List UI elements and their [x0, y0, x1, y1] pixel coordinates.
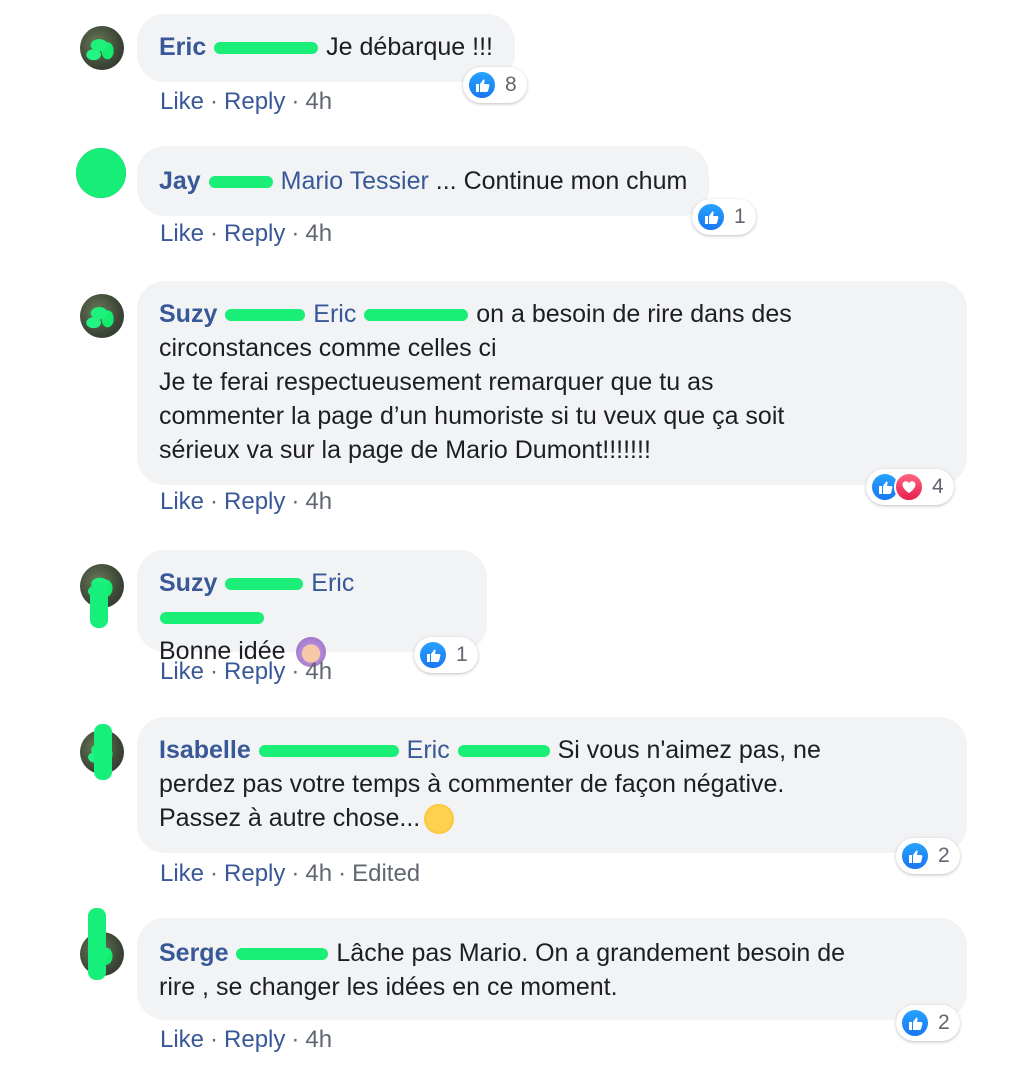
like-link[interactable]: Like: [160, 488, 204, 515]
comment-actions: Like · Reply · 4h: [160, 658, 333, 685]
reaction-summary[interactable]: 8: [463, 67, 527, 103]
redaction-mark: [225, 578, 304, 591]
mention-link[interactable]: Mario Tessier: [281, 167, 429, 195]
edited-label[interactable]: Edited: [352, 860, 420, 887]
redaction-mark: [258, 745, 399, 758]
comment-actions: Like · Reply · 4h: [160, 220, 333, 247]
reaction-count: 2: [938, 844, 950, 867]
reaction-count: 2: [938, 1011, 950, 1034]
comment-actions: Like · Reply · 4h: [160, 488, 333, 515]
comment-author[interactable]: Serge: [159, 939, 228, 967]
mention-link[interactable]: Eric: [311, 569, 354, 597]
redaction-mark: [225, 309, 306, 322]
avatar[interactable]: [80, 294, 124, 338]
like-icon: [900, 1008, 930, 1038]
comment-bubble: Suzy Eric on a besoin de rire dans des c…: [137, 281, 967, 485]
reaction-summary[interactable]: 2: [896, 838, 960, 874]
comment-text: Si vous n'aimez pas, ne: [557, 736, 821, 764]
redaction-mark: [364, 309, 469, 322]
comment-text: Passez à autre chose...: [159, 804, 421, 832]
reaction-count: 1: [456, 643, 468, 666]
comment-text: ... Continue mon chum: [435, 167, 688, 195]
comment-text: on a besoin de rire dans des: [476, 300, 792, 328]
comment-text: sérieux va sur la page de Mario Dumont!!…: [159, 436, 651, 464]
redaction-mark: [160, 612, 264, 625]
reply-link[interactable]: Reply: [224, 488, 285, 515]
reaction-summary[interactable]: 2: [896, 1005, 960, 1041]
redaction-mark: [236, 948, 329, 961]
reaction-summary[interactable]: 1: [414, 637, 478, 673]
thinking-emoji-icon: [424, 804, 455, 835]
like-link[interactable]: Like: [160, 860, 204, 887]
comment-actions: Like · Reply · 4h: [160, 88, 333, 115]
mention-link[interactable]: Eric: [313, 300, 356, 328]
reply-link[interactable]: Reply: [224, 860, 285, 887]
comment-author[interactable]: Isabelle: [159, 736, 251, 764]
reaction-count: 1: [734, 205, 746, 228]
like-link[interactable]: Like: [160, 658, 204, 685]
reply-link[interactable]: Reply: [224, 658, 285, 685]
like-link[interactable]: Like: [160, 88, 204, 115]
comment-text: Lâche pas Mario. On a grandement besoin …: [336, 939, 846, 967]
comment-text: rire , se changer les idées en ce moment…: [159, 973, 618, 1001]
timestamp[interactable]: 4h: [305, 1026, 332, 1053]
comment-bubble: Eric Je débarque !!!: [137, 14, 515, 82]
timestamp[interactable]: 4h: [305, 860, 332, 887]
reply-link[interactable]: Reply: [224, 1026, 285, 1053]
comment-author[interactable]: Suzy: [159, 300, 217, 328]
avatar[interactable]: [80, 26, 124, 70]
timestamp[interactable]: 4h: [305, 488, 332, 515]
like-icon: [418, 640, 448, 670]
reaction-summary[interactable]: 4: [866, 469, 954, 505]
redaction-mark: [208, 176, 273, 189]
reaction-count: 4: [932, 475, 944, 498]
like-link[interactable]: Like: [160, 220, 204, 247]
comment-actions: Like · Reply · 4h · Edited: [160, 860, 421, 887]
reaction-count: 8: [505, 73, 517, 96]
like-icon: [467, 70, 497, 100]
mention-link[interactable]: Eric: [407, 736, 450, 764]
comment-author[interactable]: Jay: [159, 167, 201, 195]
comment-text: perdez pas votre temps à commenter de fa…: [159, 770, 785, 798]
comment-actions: Like · Reply · 4h: [160, 1026, 333, 1053]
comment-bubble: Jay Mario Tessier ... Continue mon chum: [137, 146, 710, 216]
timestamp[interactable]: 4h: [305, 220, 332, 247]
comment-bubble: Serge Lâche pas Mario. On a grandement b…: [137, 918, 967, 1020]
comment-author[interactable]: Eric: [159, 33, 206, 61]
reply-link[interactable]: Reply: [224, 220, 285, 247]
reaction-summary[interactable]: 1: [692, 199, 756, 235]
heart-icon: [894, 472, 924, 502]
like-link[interactable]: Like: [160, 1026, 204, 1053]
like-icon: [696, 202, 726, 232]
comment-text: circonstances comme celles ci: [159, 334, 497, 362]
avatar[interactable]: [80, 908, 124, 980]
timestamp[interactable]: 4h: [305, 88, 332, 115]
redaction-mark: [214, 42, 319, 55]
comment-text: commenter la page d’un humoriste si tu v…: [159, 402, 785, 430]
avatar[interactable]: [76, 148, 126, 198]
comment-text: Je débarque !!!: [326, 33, 493, 61]
avatar[interactable]: [80, 564, 124, 628]
reply-link[interactable]: Reply: [224, 88, 285, 115]
comment-author[interactable]: Suzy: [159, 569, 217, 597]
comment-bubble: Isabelle Eric Si vous n'aimez pas, ne pe…: [137, 717, 967, 853]
like-icon: [900, 841, 930, 871]
comment-text: Je te ferai respectueusement remarquer q…: [159, 368, 714, 396]
avatar[interactable]: [80, 724, 124, 780]
timestamp[interactable]: 4h: [305, 658, 332, 685]
redaction-mark: [457, 745, 550, 758]
